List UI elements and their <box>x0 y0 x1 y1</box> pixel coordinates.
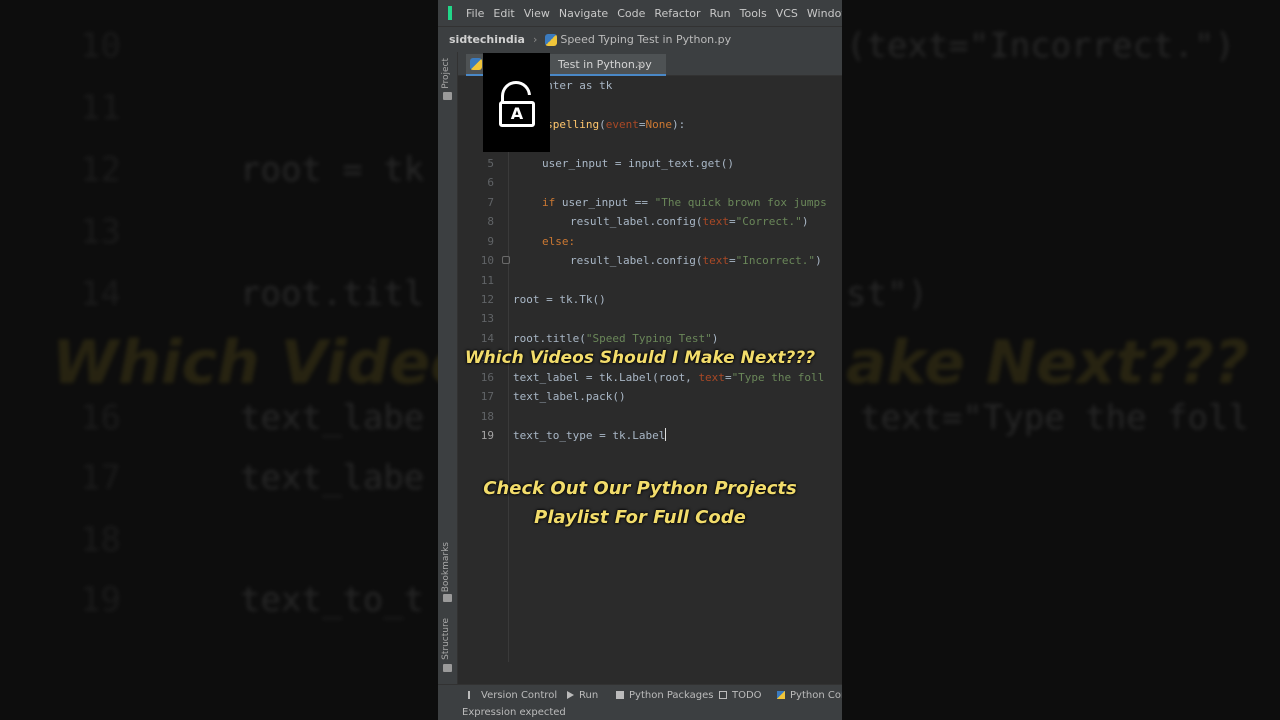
close-tab-icon[interactable]: × <box>636 59 644 70</box>
line-number: 17 <box>480 390 494 404</box>
menu-edit[interactable]: Edit <box>493 7 514 20</box>
code-line[interactable]: 8 result_label.config(text="Correct.") <box>458 212 842 231</box>
breadcrumb-file[interactable]: Speed Typing Test in Python.py <box>560 33 731 46</box>
line-number: 12 <box>480 292 494 306</box>
promo-caption: Check Out Our Python Projects Playlist F… <box>438 474 842 532</box>
line-number: 9 <box>487 234 494 248</box>
package-icon <box>616 691 624 699</box>
line-number: 5 <box>487 156 494 170</box>
python-file-icon <box>470 58 482 70</box>
line-number: 16 <box>480 370 494 384</box>
fold-marker-icon[interactable] <box>502 256 510 265</box>
code-line[interactable]: 5 user_input = input_text.get() <box>458 154 842 173</box>
code-line[interactable]: 6 <box>458 173 842 192</box>
code-line[interactable]: 7 if user_input == "The quick brown fox j… <box>458 193 842 212</box>
project-tool-button[interactable]: Project <box>441 58 451 89</box>
code-text: text_label.pack() <box>513 390 626 404</box>
todo-icon <box>719 691 727 699</box>
breadcrumb: sidtechindia › Speed Typing Test in Pyth… <box>438 26 842 52</box>
menu-view[interactable]: View <box>524 7 550 20</box>
line-number: 13 <box>480 312 494 326</box>
line-number: 19 <box>480 429 494 443</box>
status-message: Expression expected <box>462 707 566 718</box>
run-icon <box>567 691 574 699</box>
structure-icon <box>443 664 452 672</box>
code-line[interactable]: 14 root.title("Speed Typing Test") <box>458 329 842 348</box>
run-tool-button[interactable]: Run <box>567 690 598 701</box>
bookmarks-tool-button[interactable]: Bookmarks <box>441 542 451 592</box>
menu-tools[interactable]: Tools <box>740 7 767 20</box>
code-text: else: <box>542 234 576 248</box>
line-number: 14 <box>480 331 494 345</box>
code-editor[interactable]: 1t tkinter as tk23heck_spelling(event=No… <box>458 76 842 662</box>
video-headline: Which Videos Should I Make Next??? <box>464 348 816 368</box>
version-control-label: Version Control <box>481 690 558 701</box>
python-file-icon <box>545 33 558 46</box>
background-right-panel: (text="Incorrect.") st") text="Type the … <box>842 0 1280 720</box>
line-number: 10 <box>480 254 494 268</box>
code-text: root = tk.Tk() <box>513 292 606 306</box>
python-packages-label: Python Packages <box>629 690 714 701</box>
menu-code[interactable]: Code <box>617 7 645 20</box>
line-number: 7 <box>487 195 494 209</box>
menu-bar: File Edit View Navigate Code Refactor Ru… <box>438 0 842 26</box>
folder-icon <box>443 92 452 100</box>
branch-icon <box>468 691 476 699</box>
menu-navigate[interactable]: Navigate <box>559 7 608 20</box>
python-console-icon <box>777 691 785 699</box>
code-line[interactable]: 10 result_label.config(text="Incorrect.") <box>458 251 842 270</box>
code-text: user_input = input_text.get() <box>542 156 735 170</box>
todo-tool-button[interactable]: TODO <box>719 690 762 701</box>
menu-refactor[interactable]: Refactor <box>654 7 700 20</box>
code-line[interactable]: 12 root = tk.Tk() <box>458 290 842 309</box>
breadcrumb-separator-icon: › <box>532 33 538 46</box>
python-console-tool-button[interactable]: Python Cons <box>777 690 842 701</box>
run-label: Run <box>579 690 599 701</box>
code-line[interactable]: 18 <box>458 407 842 426</box>
code-text: text_to_type = tk.Label <box>513 428 667 443</box>
pycharm-logo-icon <box>448 6 452 20</box>
code-line[interactable]: 11 <box>458 271 842 290</box>
menu-window[interactable]: Window <box>807 7 842 20</box>
bookmark-icon <box>443 594 452 602</box>
code-text: text_label = tk.Label(root, text="Type t… <box>513 370 825 384</box>
code-text: if user_input == "The quick brown fox ju… <box>542 195 827 209</box>
todo-label: TODO <box>732 690 762 701</box>
background-dim <box>0 0 438 720</box>
background-left-panel: 10 11 12 13 14 16 17 18 19 root = tk roo… <box>0 0 438 720</box>
line-number: 18 <box>480 409 494 423</box>
line-number: 11 <box>480 273 494 287</box>
lock-letter: A <box>510 104 524 123</box>
line-number: 6 <box>487 176 494 190</box>
menu-file[interactable]: File <box>466 7 484 20</box>
line-number: 8 <box>487 215 494 229</box>
code-line[interactable]: 19 text_to_type = tk.Label <box>458 426 842 445</box>
python-console-label: Python Cons <box>790 690 842 701</box>
menu-run[interactable]: Run <box>710 7 731 20</box>
code-line[interactable]: 17 text_label.pack() <box>458 387 842 406</box>
version-control-tool-button[interactable]: Version Control <box>468 690 557 701</box>
bottom-tool-bar: Version Control Run Python Packages TODO… <box>438 684 842 706</box>
code-text: result_label.config(text="Incorrect.") <box>570 254 822 268</box>
code-text: result_label.config(text="Correct.") <box>570 215 809 229</box>
code-line[interactable]: 13 <box>458 309 842 328</box>
python-packages-tool-button[interactable]: Python Packages <box>616 690 714 701</box>
status-bar: Expression expected <box>438 706 842 720</box>
code-line[interactable]: 16 text_label = tk.Label(root, text="Type… <box>458 368 842 387</box>
code-text: root.title("Speed Typing Test") <box>513 331 719 345</box>
left-tool-strip: Project Bookmarks Structure <box>438 52 458 684</box>
breadcrumb-project[interactable]: sidtechindia <box>449 33 525 46</box>
promo-line-2: Playlist For Full Code <box>534 507 746 528</box>
background-dim <box>842 0 1280 720</box>
structure-tool-button[interactable]: Structure <box>441 618 451 660</box>
lock-badge: A <box>483 53 550 152</box>
menu-vcs[interactable]: VCS <box>776 7 798 20</box>
text-caret <box>665 428 667 442</box>
code-line[interactable]: 9 else: <box>458 232 842 251</box>
promo-line-1: Check Out Our Python Projects <box>483 478 797 499</box>
